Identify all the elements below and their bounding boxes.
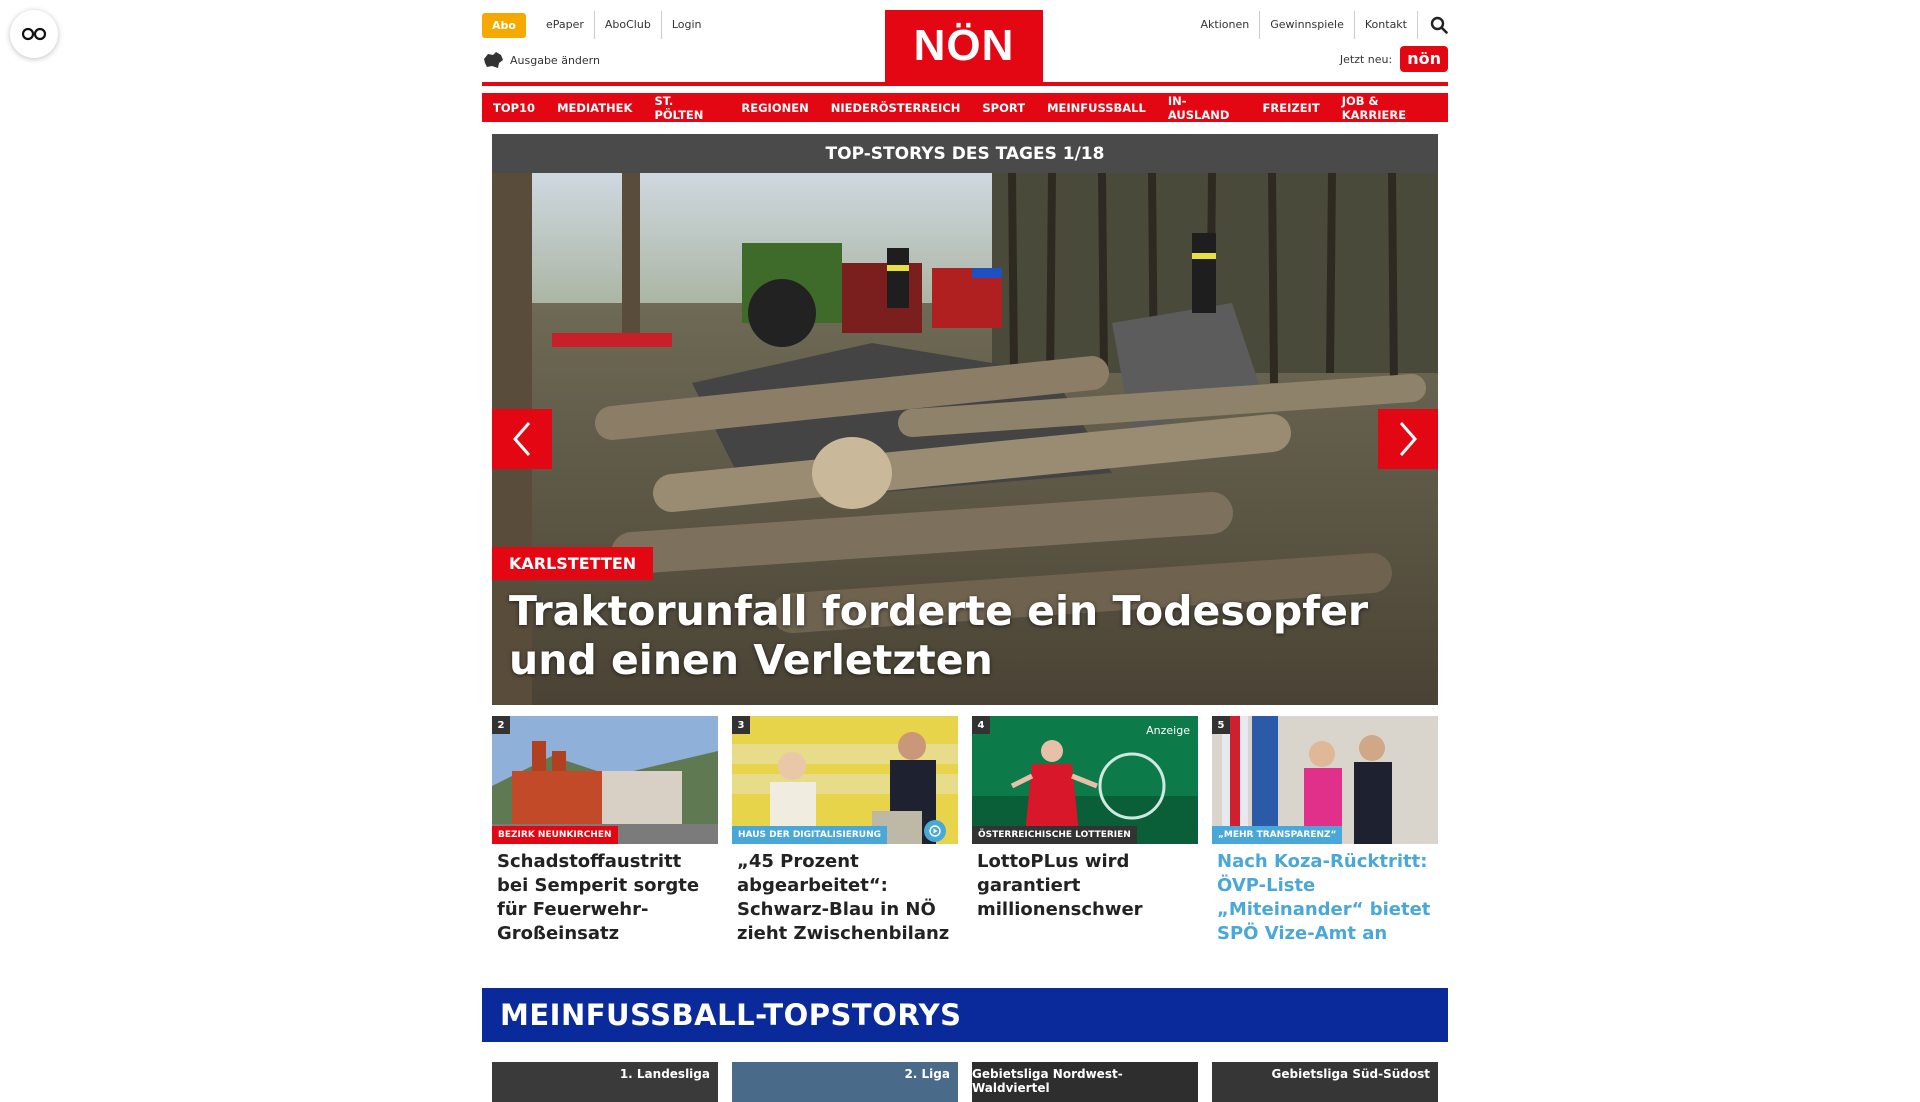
league-label: Gebietsliga Süd-Südost xyxy=(1271,1067,1430,1081)
story-card-image: 2 BEZIRK NEUNKIRCHEN xyxy=(492,716,718,844)
meinfussball-cards: 1. Landesliga 2. Liga Gebietsliga Nordwe… xyxy=(492,1062,1438,1102)
story-card-title[interactable]: Nach Koza-Rücktritt: ÖVP-Liste „Miteinan… xyxy=(1212,850,1438,946)
ausgabe-label: Ausgabe ändern xyxy=(510,53,600,67)
story-cards: 2 BEZIRK NEUNKIRCHEN Schadstoffaustritt … xyxy=(492,716,1438,946)
slider-next-button[interactable] xyxy=(1378,409,1438,469)
story-card-tag: „MEHR TRANSPARENZ“ xyxy=(1212,826,1343,844)
press-conference-photo xyxy=(732,716,958,844)
glasses-icon xyxy=(21,27,47,41)
meinfussball-card[interactable]: 2. Liga xyxy=(732,1062,958,1102)
story-card-number: 4 xyxy=(972,716,990,734)
map-region-icon xyxy=(484,52,503,68)
chevron-right-icon xyxy=(1399,422,1417,456)
nav-item-job-karriere[interactable]: JOB & KARRIERE xyxy=(1330,93,1448,122)
slider-prev-button[interactable] xyxy=(492,409,552,469)
aktionen-link[interactable]: Aktionen xyxy=(1191,11,1261,39)
story-card-image: 5 „MEHR TRANSPARENZ“ xyxy=(1212,716,1438,844)
league-label: Gebietsliga Nordwest-Waldviertel xyxy=(972,1067,1123,1095)
top-story-slider: TOP-STORYS DES TAGES 1/18 KARLSTETTEN Tr… xyxy=(492,134,1438,705)
meinfussball-heading[interactable]: MEINFUSSBALL-TOPSTORYS xyxy=(482,988,1448,1042)
gewinnspiele-link[interactable]: Gewinnspiele xyxy=(1260,11,1355,39)
nav-item-st-poelten[interactable]: ST. PÖLTEN xyxy=(643,93,731,122)
epaper-link[interactable]: ePaper xyxy=(536,11,595,39)
site-header: Abo ePaper AboClub Login Ausgabe ändern … xyxy=(482,0,1448,82)
story-card[interactable]: 5 „MEHR TRANSPARENZ“ Nach Koza-Rücktritt… xyxy=(1212,716,1438,946)
nav-item-top10[interactable]: TOP10 xyxy=(482,93,547,122)
nav-item-freizeit[interactable]: FREIZEIT xyxy=(1251,93,1331,122)
story-card-tag: BEZIRK NEUNKIRCHEN xyxy=(492,826,618,844)
kontakt-link[interactable]: Kontakt xyxy=(1355,11,1418,39)
story-card-number: 2 xyxy=(492,716,510,734)
jetzt-neu-label: Jetzt neu: xyxy=(1339,52,1393,66)
hero-category-tag[interactable]: KARLSTETTEN xyxy=(492,547,654,580)
story-card[interactable]: 3 HAUS DER DIGITALISIERUNG „45 Prozent a… xyxy=(732,716,958,946)
nav-item-niederoesterreich[interactable]: NIEDERÖSTERREICH xyxy=(819,93,972,122)
kleine-noen-badge[interactable]: nön xyxy=(1400,46,1448,72)
story-card-title[interactable]: „45 Prozent abgearbeitet“: Schwarz-Blau … xyxy=(732,850,958,946)
ad-label: Anzeige xyxy=(1146,724,1190,737)
search-button[interactable] xyxy=(1418,16,1448,34)
utility-nav-right: Aktionen Gewinnspiele Kontakt xyxy=(1191,11,1448,39)
story-card[interactable]: 2 BEZIRK NEUNKIRCHEN Schadstoffaustritt … xyxy=(492,716,718,946)
story-card-tag: ÖSTERREICHISCHE LOTTERIEN xyxy=(972,826,1137,844)
hero-image[interactable]: KARLSTETTEN Traktorunfall forderte ein T… xyxy=(492,173,1438,705)
header-divider xyxy=(482,82,1448,86)
story-card-title[interactable]: LottoPLus wird garantiert millionenschwe… xyxy=(972,850,1198,922)
league-label: 2. Liga xyxy=(904,1067,950,1081)
main-nav: TOP10 MEDIATHEK ST. PÖLTEN REGIONEN NIED… xyxy=(482,93,1448,122)
noen-logo[interactable]: NÖN xyxy=(885,10,1043,82)
chevron-left-icon xyxy=(513,422,531,456)
search-icon xyxy=(1430,16,1448,34)
meinfussball-card[interactable]: Gebietsliga Süd-Südost xyxy=(1212,1062,1438,1102)
meinfussball-card[interactable]: Gebietsliga Nordwest-Waldviertel xyxy=(972,1062,1198,1102)
jetzt-neu: Jetzt neu: nön xyxy=(1340,46,1448,72)
ausgabe-aendern-link[interactable]: Ausgabe ändern xyxy=(482,51,600,69)
aboclub-link[interactable]: AboClub xyxy=(595,11,662,39)
story-card-image: 4 Anzeige ÖSTERREICHISCHE LOTTERIEN xyxy=(972,716,1198,844)
story-card-number: 5 xyxy=(1212,716,1230,734)
page-container: Abo ePaper AboClub Login Ausgabe ändern … xyxy=(482,0,1448,1102)
story-card-title[interactable]: Schadstoffaustritt bei Semperit sorgte f… xyxy=(492,850,718,946)
league-label: 1. Landesliga xyxy=(619,1067,710,1081)
abo-button[interactable]: Abo xyxy=(482,12,526,38)
utility-nav-left: Abo ePaper AboClub Login xyxy=(482,11,712,39)
story-card-number: 3 xyxy=(732,716,750,734)
nav-item-meinfussball[interactable]: MEINFUSSBALL xyxy=(1036,93,1157,122)
nav-item-in-ausland[interactable]: IN-AUSLAND xyxy=(1156,93,1252,122)
hero-headline[interactable]: Traktorunfall forderte ein Todesopfer un… xyxy=(509,587,1429,685)
factory-photo xyxy=(492,716,718,844)
slider-heading: TOP-STORYS DES TAGES 1/18 xyxy=(492,134,1438,173)
story-card-tag: HAUS DER DIGITALISIERUNG xyxy=(732,826,888,844)
meinfussball-card[interactable]: 1. Landesliga xyxy=(492,1062,718,1102)
nav-item-regionen[interactable]: REGIONEN xyxy=(730,93,820,122)
nav-item-mediathek[interactable]: MEDIATHEK xyxy=(546,93,644,122)
story-card[interactable]: 4 Anzeige ÖSTERREICHISCHE LOTTERIEN Lott… xyxy=(972,716,1198,946)
login-link[interactable]: Login xyxy=(662,11,712,39)
play-icon xyxy=(929,825,941,837)
nav-item-sport[interactable]: SPORT xyxy=(971,93,1037,122)
story-card-image: 3 HAUS DER DIGITALISIERUNG xyxy=(732,716,958,844)
video-play-button[interactable] xyxy=(924,820,946,842)
reader-mode-button[interactable] xyxy=(10,10,58,58)
politicians-photo xyxy=(1212,716,1438,844)
